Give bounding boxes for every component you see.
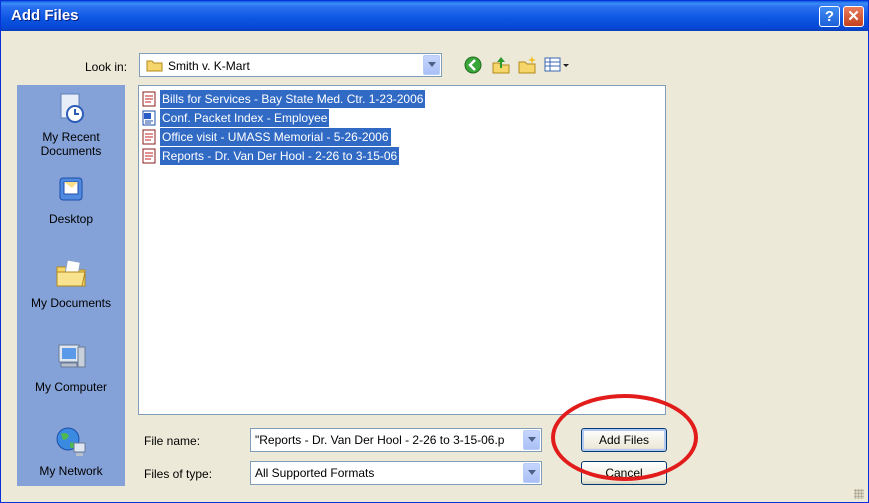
files-of-type-label: Files of type: (144, 467, 213, 481)
files-of-type-dropdown[interactable]: All Supported Formats (250, 461, 542, 485)
file-name: Bills for Services - Bay State Med. Ctr.… (160, 90, 426, 108)
places-bar: My Recent Documents Desktop My Documents (17, 85, 125, 486)
add-files-dialog: Add Files ? ✕ Look in: Smith v. K-Mart M… (0, 0, 869, 503)
help-button[interactable]: ? (819, 6, 840, 27)
my-computer-icon (58, 344, 86, 368)
doc-file-icon (142, 110, 156, 126)
look-in-label: Look in: (85, 60, 128, 74)
pdf-file-icon (142, 129, 156, 145)
place-label: My Computer (34, 380, 108, 394)
pdf-file-icon (142, 148, 156, 164)
recent-documents-icon (60, 93, 84, 123)
place-label: My Documents (30, 296, 112, 310)
file-list[interactable]: Bills for Services - Bay State Med. Ctr.… (138, 85, 666, 415)
pdf-file-icon (142, 91, 156, 107)
title-bar[interactable]: Add Files ? ✕ (1, 1, 868, 31)
place-my-computer[interactable]: My Computer (17, 341, 125, 394)
folder-icon (146, 60, 163, 72)
place-label: My Recent Documents (40, 130, 102, 158)
file-name-value: "Reports - Dr. Van Der Hool - 2-26 to 3-… (255, 433, 505, 447)
back-icon[interactable] (463, 55, 483, 75)
chevron-down-icon[interactable] (523, 430, 540, 450)
look-in-value: Smith v. K-Mart (168, 59, 250, 73)
chevron-down-icon[interactable] (423, 55, 440, 75)
up-folder-icon[interactable] (491, 55, 511, 75)
file-name-input[interactable]: "Reports - Dr. Van Der Hool - 2-26 to 3-… (250, 428, 542, 452)
file-name: Office visit - UMASS Memorial - 5-26-200… (160, 128, 391, 146)
resize-grip[interactable] (854, 489, 864, 499)
place-label: Desktop (48, 212, 94, 226)
place-my-network[interactable]: My Network (17, 425, 125, 478)
files-of-type-value: All Supported Formats (255, 466, 375, 480)
annotation-circle (551, 394, 698, 481)
dialog-title: Add Files (11, 7, 79, 24)
place-desktop[interactable]: Desktop (17, 173, 125, 226)
view-menu-icon[interactable] (544, 56, 570, 74)
look-in-dropdown[interactable]: Smith v. K-Mart (139, 53, 442, 77)
place-label: My Network (39, 464, 103, 478)
close-button[interactable]: ✕ (843, 6, 864, 27)
new-folder-icon[interactable] (517, 55, 537, 75)
file-name-label: File name: (144, 434, 201, 448)
my-network-icon (56, 427, 86, 456)
place-my-documents[interactable]: My Documents (17, 257, 125, 310)
file-name: Conf. Packet Index - Employee (160, 109, 330, 127)
desktop-icon (59, 177, 83, 201)
file-name: Reports - Dr. Van Der Hool - 2-26 to 3-1… (160, 147, 400, 165)
chevron-down-icon[interactable] (523, 463, 540, 483)
my-documents-icon (56, 259, 86, 287)
place-recent-documents[interactable]: My Recent Documents (17, 91, 125, 158)
